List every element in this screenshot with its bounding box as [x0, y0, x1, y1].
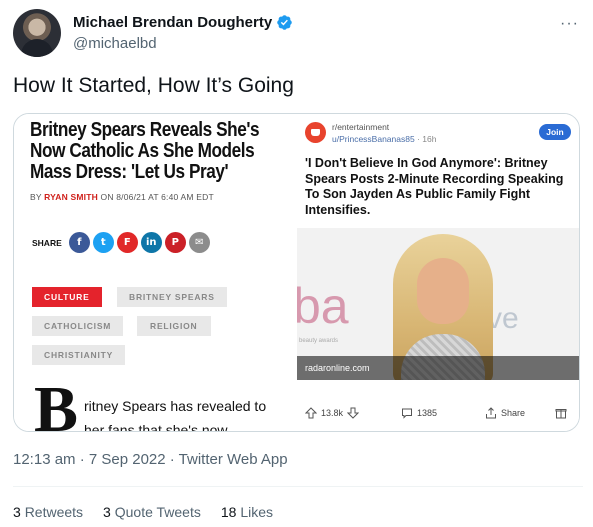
subreddit-icon — [305, 122, 326, 143]
quotes-label: Quote Tweets — [114, 504, 201, 520]
comments-group: 1385 — [401, 407, 437, 419]
avatar[interactable] — [13, 9, 61, 57]
upvote-icon — [305, 407, 317, 419]
vote-group: 13.8k — [305, 407, 360, 419]
tag-religion: RELIGION — [137, 316, 211, 336]
divider — [13, 486, 583, 487]
award-icon — [555, 409, 567, 419]
article-screenshot[interactable]: Britney Spears Reveals She's Now Catholi… — [14, 114, 296, 432]
tweet-text: How It Started, How It’s Going — [13, 74, 294, 97]
share-label: Share — [501, 408, 526, 418]
tag-catholicism: CATHOLICISM — [32, 316, 124, 336]
reddit-user: u/PrincessBananas85 — [332, 134, 415, 144]
author-handle[interactable]: @michaelbd — [73, 35, 157, 52]
article-byline: BY RYAN SMITH ON 8/06/21 AT 6:40 AM EDT — [30, 192, 214, 202]
quotes-count: 3 — [103, 504, 111, 520]
reddit-post-image: ba beauty awards ve radaronline.com — [297, 228, 579, 380]
reddit-actions: 13.8k 1385 Share — [297, 407, 579, 423]
verified-badge-icon — [277, 15, 292, 30]
subreddit-name: r/entertainment — [332, 122, 390, 132]
tag-britney-spears: BRITNEY SPEARS — [117, 287, 227, 307]
reddit-user-line: u/PrincessBananas85 · 16h — [332, 134, 436, 144]
reddit-post-title: 'I Don't Believe In God Anymore': Britne… — [305, 156, 564, 217]
retweets-label: Retweets — [24, 504, 84, 520]
event-logo-left: ba — [297, 278, 349, 334]
quote-tweets-stat[interactable]: 3 Quote Tweets — [103, 504, 201, 520]
linkedin-icon: in — [140, 232, 162, 253]
share-label: SHARE — [32, 237, 62, 248]
author-name[interactable]: Michael Brendan Dougherty — [73, 14, 272, 31]
email-icon: ✉ — [188, 232, 210, 253]
retweets-count: 3 — [13, 504, 21, 520]
comment-count: 1385 — [417, 408, 438, 418]
retweets-stat[interactable]: 3 Retweets — [13, 504, 83, 520]
reddit-screenshot[interactable]: r/entertainment u/PrincessBananas85 · 16… — [297, 114, 579, 431]
pinterest-icon: P — [164, 232, 186, 253]
media-card[interactable]: Britney Spears Reveals She's Now Catholi… — [13, 113, 580, 432]
author-name-row: Michael Brendan Dougherty — [73, 14, 293, 31]
article-dropcap: B — [34, 373, 79, 432]
award-group — [555, 407, 567, 419]
tweet-header: Michael Brendan Dougherty @michaelbd ··· — [13, 9, 583, 59]
tag-culture: CULTURE — [32, 287, 102, 307]
comment-icon — [402, 408, 412, 419]
likes-count: 18 — [220, 504, 237, 520]
twitter-icon: t — [92, 232, 114, 253]
vote-count: 13.8k — [321, 408, 344, 418]
reddit-time: · 16h — [417, 134, 437, 144]
byline-prefix: BY — [30, 192, 42, 202]
tweet-stats: 3 Retweets 3 Quote Tweets 18 Likes — [13, 504, 273, 520]
more-options-icon[interactable]: ··· — [560, 15, 579, 33]
article-date: ON 8/06/21 AT 6:40 AM EDT — [100, 192, 214, 202]
facebook-icon: f — [68, 232, 90, 253]
downvote-icon — [347, 407, 360, 419]
likes-label: Likes — [240, 504, 274, 520]
tag-christianity: CHRISTIANITY — [32, 345, 126, 365]
article-title: Britney Spears Reveals She's Now Catholi… — [30, 119, 260, 183]
photo-subject-face — [417, 258, 469, 324]
share-row: SHARE f t F in P ✉ — [32, 232, 210, 253]
article-author: RYAN SMITH — [44, 192, 98, 202]
event-logo-sub: beauty awards — [299, 338, 339, 344]
tweet-timestamp[interactable]: 12:13 am · 7 Sep 2022 · Twitter Web App — [13, 451, 288, 468]
share-icon — [486, 407, 496, 419]
photo-caption: radaronline.com — [297, 356, 579, 380]
likes-stat[interactable]: 18 Likes — [221, 504, 273, 520]
share-group: Share — [485, 407, 525, 419]
article-body: ritney Spears has revealed to her fans t… — [84, 398, 267, 432]
flipboard-icon: F — [116, 232, 138, 253]
join-button: Join — [539, 124, 571, 140]
